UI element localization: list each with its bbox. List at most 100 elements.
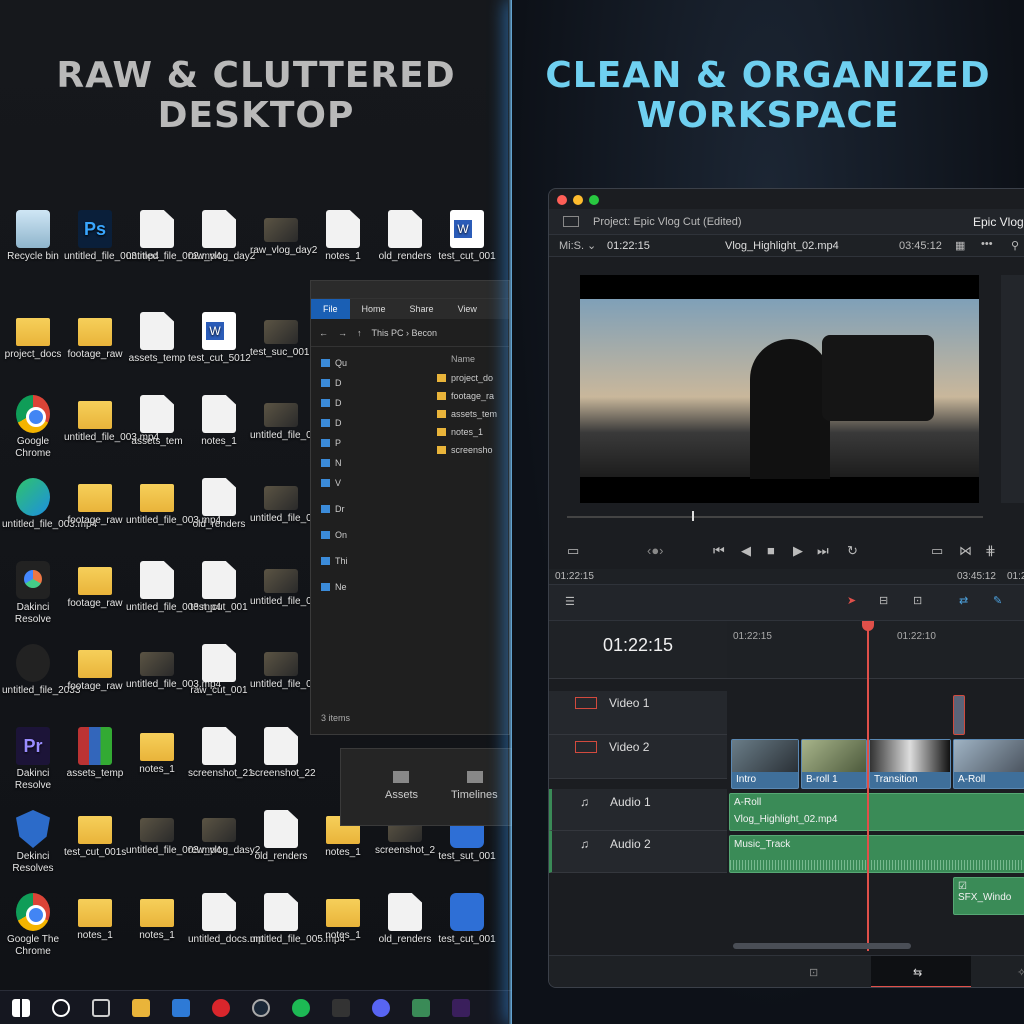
- desktop-icon[interactable]: raw_cut_001: [188, 638, 250, 716]
- nav-item[interactable]: On: [311, 525, 426, 545]
- file-row[interactable]: notes_1: [311, 423, 509, 441]
- fusion-page-icon[interactable]: ✧: [1017, 966, 1024, 979]
- desktop-icon[interactable]: old_renders: [188, 472, 250, 550]
- desktop-icon[interactable]: untitled_file_003.mp4: [126, 638, 221, 716]
- track-header-audio-1[interactable]: ♫ Audio 1: [549, 789, 727, 831]
- file-explorer-icon[interactable]: [132, 998, 150, 1017]
- aspect-icon[interactable]: ▭: [567, 543, 579, 559]
- loop-icon[interactable]: ↻: [847, 543, 858, 559]
- desktop-icon[interactable]: Ps untitled_file_003.mp4: [64, 204, 159, 282]
- desktop-icon[interactable]: Dekinci Resolves: [2, 804, 64, 882]
- desktop-icon[interactable]: untitled_file_003.mp4: [2, 472, 97, 550]
- chevron-down-icon[interactable]: ⌄: [587, 239, 596, 252]
- desktop-icon[interactable]: untitled_file_003.mp4: [250, 638, 345, 716]
- timeline-scrollbar[interactable]: [733, 943, 911, 949]
- skip-start-icon[interactable]: ⏮: [713, 543, 725, 559]
- steam-icon[interactable]: [252, 998, 270, 1017]
- maximize-window-icon[interactable]: [589, 195, 599, 205]
- desktop-icon[interactable]: footage_raw: [64, 306, 126, 384]
- search-icon[interactable]: ⚲: [1011, 239, 1019, 252]
- nav-item[interactable]: Thi: [311, 551, 426, 571]
- trim-tool-icon[interactable]: ⊟: [879, 594, 888, 607]
- grid-icon[interactable]: ▦: [955, 239, 965, 252]
- scrubber-bar[interactable]: [567, 516, 983, 518]
- nav-item[interactable]: V: [311, 473, 426, 493]
- edit-page-icon[interactable]: ⇆: [913, 966, 922, 979]
- desktop-icon[interactable]: untitled_file_003.mp4: [126, 555, 221, 633]
- snapshot-icon[interactable]: ⊡: [913, 594, 922, 607]
- tab-home[interactable]: Home: [350, 304, 398, 314]
- discord-icon[interactable]: [372, 998, 390, 1017]
- desktop-icon[interactable]: screenshot_21: [188, 721, 254, 799]
- back-arrow-icon[interactable]: ←: [319, 328, 328, 338]
- desktop-icon[interactable]: notes_1: [188, 389, 250, 467]
- nav-item[interactable]: Dr: [311, 499, 426, 519]
- desktop-icon[interactable]: test_cut_001: [436, 887, 498, 965]
- desktop-icon[interactable]: untitled_file_003.mp4: [250, 472, 345, 550]
- minimize-window-icon[interactable]: [573, 195, 583, 205]
- desktop-icon[interactable]: notes_1: [126, 887, 188, 965]
- desktop-icon[interactable]: notes_1: [126, 721, 188, 799]
- address-path[interactable]: This PC › Becon: [372, 328, 438, 338]
- track-header-video-2[interactable]: Video 2: [549, 735, 727, 779]
- viewer-mode-select[interactable]: Mi:S.: [559, 240, 584, 252]
- jog-icon[interactable]: ‹●›: [647, 543, 664, 558]
- desktop-icon[interactable]: old_renders: [250, 804, 312, 882]
- timeline-view-icon[interactable]: ☰: [565, 595, 575, 608]
- desktop-icon[interactable]: Pr Dakinci Resolve: [2, 721, 64, 799]
- explorer-titlebar[interactable]: [311, 281, 509, 299]
- timelines-label[interactable]: Timelines: [451, 789, 498, 801]
- desktop-icon[interactable]: notes_1: [312, 887, 374, 965]
- desktop-icon[interactable]: test_cut_001: [436, 204, 498, 282]
- desktop-icon[interactable]: notes_1: [64, 887, 126, 965]
- desktop-icon[interactable]: old_renders: [374, 887, 436, 965]
- playhead[interactable]: [867, 621, 869, 951]
- desktop-icon[interactable]: untitled_file_003.mp4: [126, 472, 221, 550]
- desktop-icon[interactable]: test_cut_5012: [188, 306, 251, 384]
- spreadsheet-icon[interactable]: [412, 998, 430, 1017]
- audio-clip-sfx[interactable]: ☑ SFX_Windo: [953, 877, 1024, 915]
- desktop-icon[interactable]: untitled_file_003.mp4: [64, 389, 159, 467]
- marker-clip[interactable]: [953, 695, 965, 735]
- clip-a-roll[interactable]: A-Roll: [953, 739, 1024, 789]
- task-view-icon[interactable]: [92, 998, 110, 1017]
- audio-clip-a-roll[interactable]: A-Roll Vlog_Highlight_02.mp4: [729, 793, 1024, 831]
- desktop-icon[interactable]: untitled_file_002.mp4: [126, 204, 221, 282]
- desktop-icon[interactable]: untitled_file_2033: [2, 638, 80, 716]
- desktop-icon[interactable]: assets_tem: [126, 389, 188, 467]
- desktop-icon[interactable]: Google The Chrome: [2, 887, 64, 965]
- match-frame-icon[interactable]: ⋈: [959, 543, 972, 559]
- step-back-icon[interactable]: ◀: [741, 543, 751, 559]
- track-header-video-1[interactable]: Video 1: [549, 691, 727, 735]
- up-arrow-icon[interactable]: ↑: [357, 328, 362, 338]
- timelines-folder-icon[interactable]: [467, 771, 483, 783]
- play-icon[interactable]: ▶: [793, 543, 803, 559]
- assets-folder-icon[interactable]: [393, 771, 409, 783]
- desktop-icon[interactable]: untitled_file_003.mp4: [250, 555, 345, 633]
- media-page-icon[interactable]: ⊡: [809, 966, 818, 979]
- desktop-icon[interactable]: Google Chrome: [2, 389, 64, 467]
- desktop-icon[interactable]: untitled_docs.mp: [188, 887, 264, 965]
- link-icon[interactable]: ✎: [993, 594, 1002, 607]
- snap-icon[interactable]: ⇄: [959, 594, 968, 607]
- premiere-taskbar-icon[interactable]: [452, 998, 470, 1017]
- nav-item[interactable]: Ne: [311, 577, 426, 597]
- more-options-icon[interactable]: •••: [981, 238, 993, 250]
- desktop-icon[interactable]: notes_1: [312, 204, 374, 282]
- davinci-taskbar-icon[interactable]: [332, 998, 350, 1017]
- file-row[interactable]: project_do: [311, 369, 509, 387]
- scrubber-handle[interactable]: [692, 511, 694, 521]
- forward-arrow-icon[interactable]: →: [338, 328, 347, 338]
- close-window-icon[interactable]: [557, 195, 567, 205]
- audio-clip-music[interactable]: Music_Track: [729, 835, 1024, 873]
- desktop-icon[interactable]: assets_temp: [64, 721, 126, 799]
- skip-end-icon[interactable]: ⏭: [817, 543, 829, 559]
- file-row[interactable]: screensho: [311, 441, 509, 459]
- desktop-icon[interactable]: rew_vlog_dasy2: [188, 804, 260, 882]
- desktop-icon[interactable]: old_renders: [374, 204, 436, 282]
- fullscreen-icon[interactable]: ▭: [931, 543, 943, 559]
- desktop-icon[interactable]: Recycle bin: [2, 204, 64, 282]
- spotify-icon[interactable]: [292, 998, 310, 1017]
- file-row[interactable]: footage_ra: [311, 387, 509, 405]
- desktop-icon[interactable]: untitled_file_003.mp4: [126, 804, 221, 882]
